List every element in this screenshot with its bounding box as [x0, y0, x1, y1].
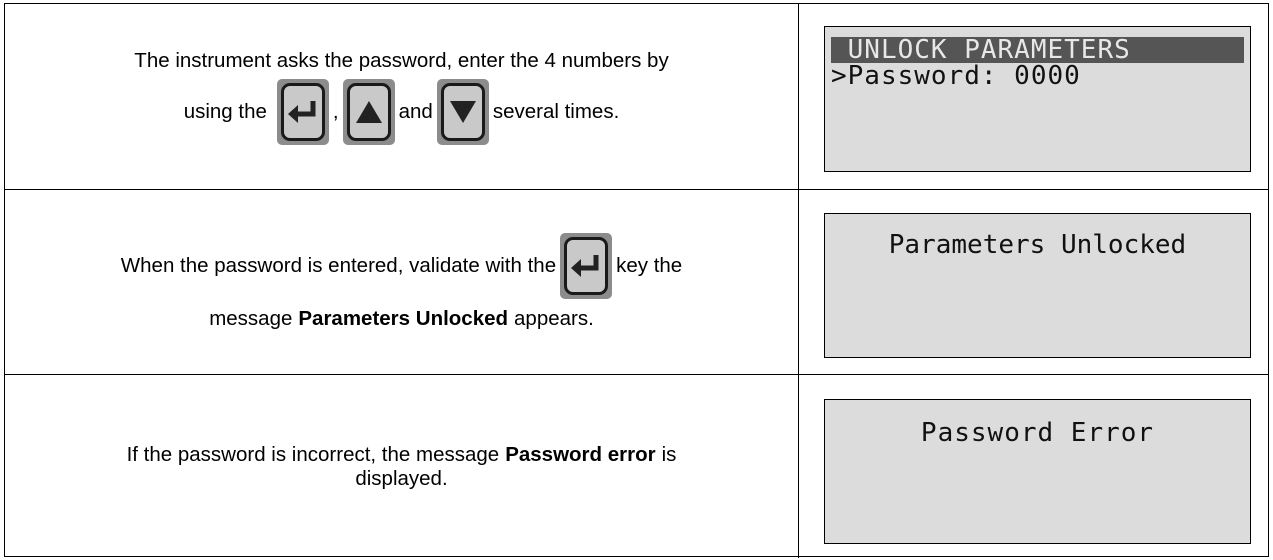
instruction-text: several times. — [492, 99, 620, 123]
lcd-message-line: Password Error — [920, 418, 1155, 448]
instruction-text: is — [661, 442, 677, 466]
lcd-display: UNLOCK PARAMETERS >Password: 0000 — [824, 26, 1251, 172]
up-arrow-key-icon — [342, 78, 395, 145]
enter-key-icon — [560, 233, 613, 299]
instruction-cell: If the password is incorrect, the messag… — [5, 375, 799, 558]
instruction-line: using the , and several times. — [183, 78, 620, 145]
display-cell: Password Error — [799, 375, 1268, 558]
instruction-text: displayed. — [355, 466, 448, 490]
instruction-bold-text: Parameters Unlocked — [298, 307, 509, 330]
instruction-line: When the password is entered, validate w… — [121, 233, 682, 299]
table-row: The instrument asks the password, enter … — [5, 4, 1268, 189]
lcd-display: Parameters Unlocked — [824, 213, 1251, 358]
instruction-table: The instrument asks the password, enter … — [4, 3, 1269, 558]
instruction-text: message — [209, 307, 293, 330]
instruction-text: When the password is entered, validate w… — [120, 254, 557, 277]
instruction-text: The instrument asks the password, enter … — [134, 48, 669, 72]
instruction-line: The instrument asks the password, enter … — [134, 49, 668, 73]
instruction-line: displayed. — [355, 467, 447, 491]
instruction-cell: The instrument asks the password, enter … — [5, 4, 799, 189]
enter-key-icon — [276, 78, 329, 145]
instruction-line: message Parameters Unlocked appears. — [209, 307, 594, 331]
lcd-display: Password Error — [824, 399, 1251, 544]
display-cell: Parameters Unlocked — [799, 190, 1268, 374]
instruction-text: , — [332, 99, 339, 123]
instruction-text: key the — [616, 254, 683, 277]
instruction-text: If the password is incorrect, the messag… — [126, 442, 500, 466]
instruction-bold-text: Password error — [505, 442, 656, 466]
instruction-line: If the password is incorrect, the messag… — [127, 443, 677, 467]
instruction-text: appears. — [514, 307, 594, 330]
down-arrow-key-icon — [436, 78, 489, 145]
instruction-text: using the — [183, 99, 267, 123]
instruction-text: and — [398, 99, 433, 123]
lcd-password-line: >Password: 0000 — [831, 61, 1081, 91]
lcd-message-line: Parameters Unlocked — [888, 230, 1187, 260]
table-row: When the password is entered, validate w… — [5, 189, 1268, 374]
lcd-header-line: UNLOCK PARAMETERS — [831, 37, 1244, 63]
display-cell: UNLOCK PARAMETERS >Password: 0000 — [799, 4, 1268, 189]
table-row: If the password is incorrect, the messag… — [5, 374, 1268, 558]
instruction-cell: When the password is entered, validate w… — [5, 190, 799, 374]
